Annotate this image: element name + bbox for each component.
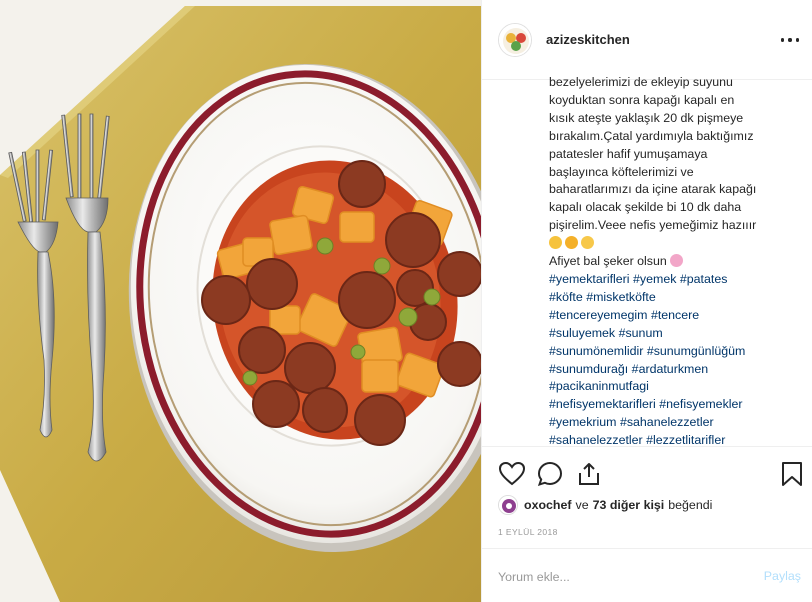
cherry-blossom-emoji — [670, 254, 684, 268]
hashtag-link[interactable]: #pacikaninmutfagi — [549, 379, 649, 393]
liker-avatar[interactable] — [498, 495, 518, 515]
post-caption: bezelyelerimizi de ekleyip suyunu koydukt… — [549, 74, 809, 445]
more-horizontal-icon[interactable] — [781, 32, 799, 48]
caption-line: bırakalım.Çatal yardımıyla baktığımız — [549, 128, 754, 143]
hashtag-link[interactable]: #tencere — [651, 308, 699, 322]
heart-icon[interactable] — [498, 460, 526, 488]
smiling-face-emoji — [549, 236, 562, 250]
hashtag-link[interactable]: #patates — [680, 272, 728, 286]
caption-line: pişirelim.Veee nefis yemeğimiz hazııır — [549, 218, 757, 233]
star-struck-emoji — [565, 236, 578, 250]
liker-avatar-image — [499, 496, 517, 514]
hashtag-list: #yemektarifleri #yemek #patates #köfte #m… — [549, 271, 809, 445]
closing-text: Afiyet bal şeker olsun — [549, 254, 667, 269]
likes-summary: oxochef ve 73 diğer kişi beğendi — [498, 495, 716, 515]
hashtag-line: #suluyemek #sunum — [549, 325, 809, 343]
hashtag-link[interactable]: #köfte — [549, 290, 583, 304]
avatar[interactable] — [498, 22, 532, 57]
comment-form: Paylaş — [482, 548, 812, 602]
hashtag-link[interactable]: #yemek — [633, 272, 676, 286]
hashtag-link[interactable]: #sunum — [619, 326, 663, 340]
avatar-image — [499, 23, 531, 56]
hashtag-link[interactable]: #suluyemek — [549, 326, 615, 340]
bookmark-icon[interactable] — [778, 460, 806, 488]
hashtag-link[interactable]: #lezzetlitarifler — [646, 433, 725, 445]
caption-line: bezelyelerimizi de ekleyip suyunu — [549, 75, 733, 89]
hashtag-link[interactable]: #sahanelezzetler — [549, 433, 643, 445]
hashtag-line: #tencereyemegim #tencere — [549, 307, 809, 325]
post-photo[interactable] — [0, 0, 481, 602]
hashtag-line: #sahanelezzetler #lezzetlitarifler — [549, 432, 809, 445]
hashtag-line: #sunumdurağı #ardaturkmen — [549, 361, 809, 379]
hashtag-line: #yemektarifleri #yemek #patates — [549, 271, 809, 289]
caption-emoji-line — [549, 235, 809, 253]
hashtag-line: #yemekrium #sahanelezzetler — [549, 414, 809, 432]
action-bar — [482, 446, 812, 502]
hashtag-link[interactable]: #ardaturkmen — [632, 362, 708, 376]
caption-text: bezelyelerimizi de ekleyip suyunu koydukt… — [549, 74, 809, 235]
liker-username-link[interactable]: oxochef — [524, 498, 572, 512]
caption-line: baharatlarımızı da içine atarak kapağı — [549, 182, 757, 197]
hashtag-link[interactable]: #sunumdurağı — [549, 362, 628, 376]
comment-icon[interactable] — [536, 460, 564, 488]
caption-line: başlayınca köftelerimizi ve — [549, 164, 694, 179]
hashtag-link[interactable]: #sunumönemlidir — [549, 344, 643, 358]
food-photo — [0, 0, 481, 602]
hashtag-line: #köfte #misketköfte — [549, 289, 809, 307]
hashtag-link[interactable]: #yemekrium — [549, 415, 616, 429]
hashtag-link[interactable]: #nefisyemekler — [659, 397, 742, 411]
caption-closing-line: Afiyet bal şeker olsun — [549, 253, 809, 271]
likes-suffix: beğendi — [668, 498, 713, 512]
hashtag-link[interactable]: #misketköfte — [586, 290, 656, 304]
likes-connector: ve — [575, 498, 589, 512]
hashtag-link[interactable]: #yemektarifleri — [549, 272, 630, 286]
post-date[interactable]: 1 Eylül 2018 — [498, 527, 558, 537]
comment-input[interactable] — [498, 567, 738, 587]
hashtag-line: #nefisyemektarifleri #nefisyemekler — [549, 396, 809, 414]
grinning-face-emoji — [581, 236, 594, 250]
username-link[interactable]: azizeskitchen — [546, 32, 630, 47]
hashtag-line: #sunumönemlidir #sunumgünlüğüm — [549, 343, 809, 361]
likes-count-link[interactable]: 73 diğer kişi — [593, 498, 665, 512]
post-comment-button[interactable]: Paylaş — [764, 569, 801, 583]
hashtag-link[interactable]: #tencereyemegim — [549, 308, 647, 322]
post-header: azizeskitchen — [482, 0, 812, 80]
hashtag-link[interactable]: #nefisyemektarifleri — [549, 397, 656, 411]
caption-line: kapalı olacak şekilde bi 10 dk daha — [549, 200, 742, 215]
share-icon[interactable] — [575, 460, 603, 488]
caption-line: kısık ateşte yaklaşık 20 dk pişmeye — [549, 110, 744, 125]
caption-line: koyduktan sonra kapağı kapalı en — [549, 92, 735, 107]
caption-line: patatesler hafif yumuşamaya — [549, 146, 708, 161]
post-side-panel: azizeskitchen bezelyelerimizi de ekleyip… — [481, 0, 812, 602]
hashtag-link[interactable]: #sahanelezzetler — [620, 415, 714, 429]
hashtag-line: #pacikaninmutfagi — [549, 378, 809, 396]
hashtag-link[interactable]: #sunumgünlüğüm — [647, 344, 746, 358]
